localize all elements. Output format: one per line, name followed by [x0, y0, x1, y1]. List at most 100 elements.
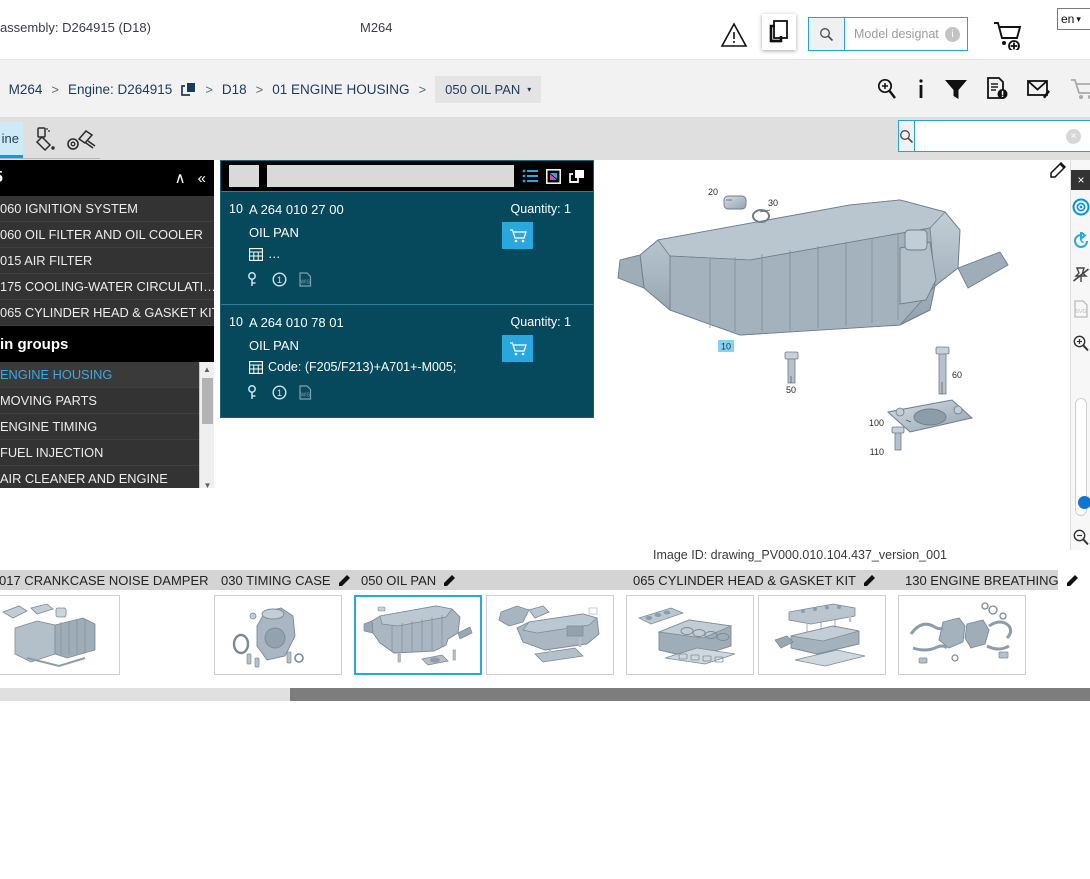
part-index: 10: [229, 315, 243, 329]
zoom-in-icon[interactable]: [1071, 326, 1090, 360]
table-row[interactable]: 10 A 264 010 78 01 OIL PAN Code: (F205/F…: [221, 304, 593, 417]
edit-pencil-icon[interactable]: [443, 574, 456, 587]
sidebar-scrollbar[interactable]: ▲ ▼: [199, 362, 214, 488]
breadcrumb-current-dropdown[interactable]: 050 OIL PAN ▾: [435, 75, 542, 103]
zoom-slider-knob[interactable]: [1078, 496, 1090, 509]
model-search-placeholder: Model designat: [854, 27, 939, 41]
sidebar-item-oil-filter-cooler[interactable]: 060 OIL FILTER AND OIL COOLER: [0, 222, 214, 248]
zoom-in-icon[interactable]: [876, 77, 898, 101]
thumb-group-crankcase-noise-damper: 017 CRANKCASE NOISE DAMPER: [0, 570, 228, 675]
zoom-slider[interactable]: [1075, 398, 1090, 516]
parts-filter-toggle[interactable]: [229, 165, 259, 187]
edit-icon[interactable]: [1050, 162, 1066, 178]
thumbnail-oil-pan-selected[interactable]: [354, 595, 482, 675]
model-search-group[interactable]: Model designat i: [808, 17, 968, 51]
cart-add-icon[interactable]: [992, 20, 1024, 50]
model-search-input[interactable]: Model designat i: [845, 18, 967, 50]
oil-pan-art: [363, 605, 473, 666]
sidebar-group-engine-housing[interactable]: ENGINE HOUSING: [0, 362, 214, 388]
sidebar-group-air-cleaner[interactable]: AIR CLEANER AND ENGINE: [0, 466, 214, 488]
parts-filter-input[interactable]: [267, 165, 514, 187]
edit-pencil-icon[interactable]: [1066, 574, 1079, 587]
thumbnail-cylinder-head-exploded[interactable]: [758, 595, 886, 675]
wis-document-icon[interactable]: WIS: [299, 385, 312, 400]
tab-search-icon[interactable]: [899, 121, 915, 151]
mail-edit-icon[interactable]: [1027, 77, 1052, 101]
info-icon[interactable]: [916, 77, 926, 101]
copy-documents-icon[interactable]: [762, 14, 796, 50]
tab-search-group[interactable]: ×: [898, 120, 1090, 152]
tab-fluid-paint[interactable]: [28, 122, 64, 156]
crankcase-art: [2, 603, 96, 668]
table-row[interactable]: 10 A 264 010 27 00 OIL PAN … Quantity: 1…: [221, 191, 593, 304]
sidebar-item-air-filter[interactable]: 015 AIR FILTER: [0, 248, 214, 274]
thumb-group-title: 050 OIL PAN: [361, 572, 437, 588]
sidebar-group-moving-parts[interactable]: MOVING PARTS: [0, 388, 214, 414]
expand-view-icon[interactable]: [546, 168, 561, 184]
search-info-badge[interactable]: i: [945, 27, 960, 42]
sidebar-scrollbar-thumb[interactable]: [202, 378, 213, 424]
tab-search-input[interactable]: [915, 121, 1090, 151]
collapse-left-icon[interactable]: «: [198, 171, 206, 186]
add-to-cart-button[interactable]: [502, 222, 533, 249]
sidebar-title: 5: [0, 169, 3, 187]
technical-drawing-viewer[interactable]: 20 30 10 50 60 100 110: [600, 160, 1068, 540]
cart-icon[interactable]: [1070, 77, 1090, 101]
parts-list-panel: 10 A 264 010 27 00 OIL PAN … Quantity: 1…: [220, 160, 594, 418]
breadcrumb-item-m264[interactable]: M264: [9, 82, 43, 97]
list-view-icon[interactable]: [522, 169, 538, 183]
drawing-tool-strip: × SVG: [1070, 160, 1090, 550]
svg-text:WIS: WIS: [300, 280, 310, 286]
scroll-up-icon[interactable]: ▲: [200, 362, 214, 376]
wis-document-icon[interactable]: WIS: [299, 272, 312, 287]
thumbnail-engine-breathing[interactable]: [898, 595, 1026, 675]
close-icon[interactable]: ×: [1071, 170, 1090, 190]
key-icon[interactable]: [247, 385, 260, 400]
oil-pan-drawing: 20 30 10 50 60 100 110: [617, 187, 1009, 457]
filter-funnel-icon[interactable]: [944, 77, 968, 101]
thumbnail-cylinder-head[interactable]: [626, 595, 754, 675]
svg-text:100: 100: [869, 418, 884, 428]
warning-triangle-icon[interactable]: [720, 22, 748, 48]
svg-text:30: 30: [768, 198, 778, 208]
zoom-out-icon[interactable]: [1071, 520, 1090, 554]
search-icon[interactable]: [809, 18, 845, 50]
tab-bolt-screw[interactable]: [64, 122, 100, 156]
edit-pencil-icon[interactable]: [338, 574, 351, 587]
add-to-cart-button[interactable]: [502, 335, 533, 362]
tab-engine[interactable]: ine: [0, 122, 23, 158]
breadcrumb-item-engine-housing[interactable]: 01 ENGINE HOUSING: [272, 82, 409, 97]
sidebar-groups-title: in groups: [0, 326, 214, 362]
thumbnail-crankcase[interactable]: [0, 595, 120, 675]
thumb-group-oil-pan: 050 OIL PAN: [354, 570, 626, 675]
key-icon[interactable]: [247, 272, 260, 287]
undo-history-icon[interactable]: [1071, 224, 1090, 258]
svg-export-icon[interactable]: SVG: [1071, 292, 1090, 326]
horizontal-scrollbar[interactable]: [0, 688, 1090, 701]
duplicate-window-icon[interactable]: [569, 169, 585, 184]
unpin-icon[interactable]: [1071, 258, 1090, 292]
svg-text:110: 110: [870, 447, 884, 457]
breadcrumb-item-engine[interactable]: Engine: D264915: [68, 82, 172, 97]
thumb-group-title: 130 ENGINE BREATHING: [905, 572, 1059, 588]
sidebar-item-cylinder-head-gasket[interactable]: 065 CYLINDER HEAD & GASKET KIT: [0, 300, 214, 326]
breadcrumb-engine-copy-icon[interactable]: [181, 82, 196, 97]
target-locate-icon[interactable]: [1071, 190, 1090, 224]
thumbnail-timing-case[interactable]: [214, 595, 342, 675]
chevron-up-icon[interactable]: ∧: [175, 171, 186, 186]
circle-one-icon[interactable]: 1: [272, 272, 287, 287]
language-selector[interactable]: en ▾: [1057, 8, 1090, 30]
sidebar-item-cooling-water[interactable]: 175 COOLING-WATER CIRCULATI…: [0, 274, 214, 300]
clear-icon[interactable]: ×: [1066, 129, 1081, 144]
horizontal-scrollbar-thumb[interactable]: [290, 688, 1090, 701]
sidebar-group-engine-timing[interactable]: ENGINE TIMING: [0, 414, 214, 440]
edit-pencil-icon[interactable]: [863, 574, 876, 587]
sidebar-group-fuel-injection[interactable]: FUEL INJECTION: [0, 440, 214, 466]
document-alert-icon[interactable]: [986, 77, 1009, 101]
chevron-down-icon: ▾: [527, 84, 532, 94]
scroll-down-icon[interactable]: ▼: [200, 478, 214, 489]
breadcrumb-item-d18[interactable]: D18: [222, 82, 247, 97]
thumbnail-oil-pan-alt[interactable]: [486, 595, 614, 675]
circle-one-icon[interactable]: 1: [272, 385, 287, 400]
sidebar-item-ignition-system[interactable]: 060 IGNITION SYSTEM: [0, 196, 214, 222]
